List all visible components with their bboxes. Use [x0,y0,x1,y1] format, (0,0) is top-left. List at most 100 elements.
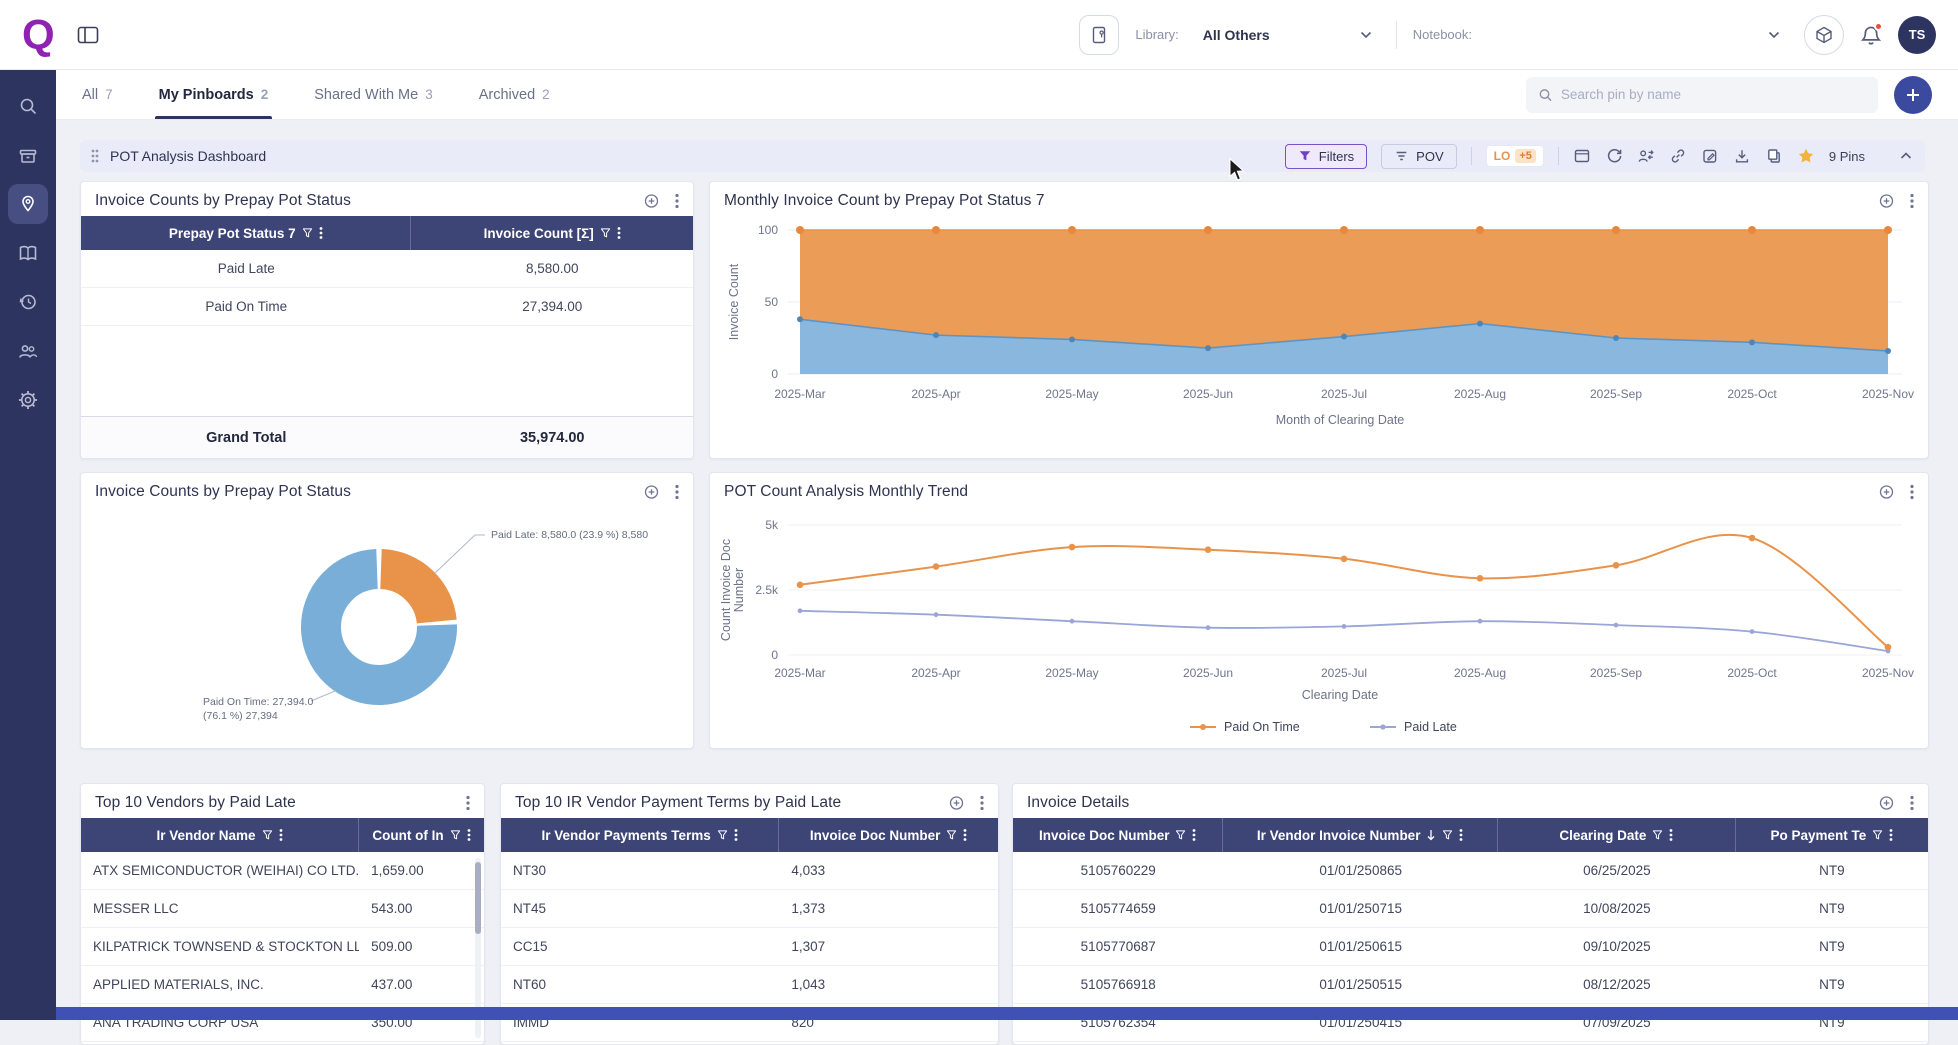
table-row[interactable]: 510576691801/01/25051508/12/2025NT9 [1013,966,1928,1004]
card-menu-icon[interactable] [675,193,679,209]
sidebar-pinboards-icon[interactable] [8,184,48,224]
sidebar-search-icon[interactable] [8,86,48,126]
column-menu-icon[interactable] [734,828,738,842]
card-menu-icon[interactable] [1910,484,1914,500]
column-menu-icon[interactable] [467,828,471,842]
table-row[interactable]: APPLIED MATERIALS, INC.437.00 [81,966,484,1004]
filter-funnel-icon[interactable] [946,829,957,841]
sidebar-workspace-icon[interactable] [8,135,48,175]
sidebar-library-icon[interactable] [8,233,48,273]
table-row[interactable]: MESSER LLC543.00 [81,890,484,928]
board-icon[interactable] [1573,147,1591,165]
notebook-select[interactable] [1488,25,1788,45]
column-label: Ir Vendor Invoice Number [1257,828,1421,843]
column-header[interactable]: Invoice Doc Number [779,818,998,852]
table-cell: NT9 [1736,966,1928,1004]
star-icon[interactable] [1797,147,1815,165]
svg-text:2025-Aug: 2025-Aug [1454,387,1506,401]
library-select[interactable]: All Others [1195,21,1380,49]
table-row[interactable]: NT451,373 [501,890,998,928]
table-row[interactable]: NT304,033 [501,852,998,890]
apps-cube-icon[interactable] [1804,15,1844,55]
column-header[interactable]: Prepay Pot Status 7 [81,216,411,250]
sidebar-users-icon[interactable] [8,331,48,371]
table-row[interactable]: KILPATRICK TOWNSEND & STOCKTON LLP509.00 [81,928,484,966]
explore-plus-icon[interactable] [1878,193,1896,210]
tab-my-pinboards[interactable]: My Pinboards2 [159,70,269,119]
filter-funnel-icon[interactable] [302,227,313,239]
pov-button[interactable]: POV [1381,144,1456,169]
column-header[interactable]: Po Payment Te [1736,818,1928,852]
table-row[interactable]: NT601,043 [501,966,998,1004]
filter-funnel-icon[interactable] [1442,829,1453,841]
sidebar-settings-icon[interactable] [8,380,48,420]
column-header[interactable]: Ir Vendor Name [81,818,359,852]
app-logo[interactable]: Q [22,14,53,56]
tab-shared-with-me[interactable]: Shared With Me3 [314,70,432,119]
column-header[interactable]: Invoice Doc Number [1013,818,1223,852]
filters-button[interactable]: Filters [1285,144,1367,169]
card-menu-icon[interactable] [1910,193,1914,209]
filter-funnel-icon[interactable] [262,829,273,841]
filter-funnel-icon[interactable] [1872,829,1883,841]
column-header[interactable]: Count of In [359,818,484,852]
tab-all[interactable]: All7 [82,70,113,119]
explore-plus-icon[interactable] [643,193,661,210]
column-header[interactable]: Ir Vendor Invoice Number [1223,818,1498,852]
table-row[interactable]: Paid Late8,580.00 [81,250,693,288]
user-avatar[interactable]: TS [1898,16,1936,54]
column-menu-icon[interactable] [1669,828,1673,842]
table-row[interactable]: 510577068701/01/25061509/10/2025NT9 [1013,928,1928,966]
card-menu-icon[interactable] [675,484,679,500]
prepay-status-table: Prepay Pot Status 7Invoice Count [Σ]Paid… [81,216,693,326]
sidebar-history-icon[interactable] [8,282,48,322]
table-cell: MESSER LLC [81,890,359,928]
filter-funnel-icon[interactable] [600,227,611,239]
table-row[interactable]: 510577465901/01/25071510/08/2025NT9 [1013,890,1928,928]
table-row[interactable]: CC151,307 [501,928,998,966]
add-pinboard-button[interactable] [1894,76,1932,114]
card-menu-icon[interactable] [980,795,984,811]
scrollbar-thumb[interactable] [475,862,481,934]
explore-plus-icon[interactable] [643,484,661,501]
svg-text:2025-Sep: 2025-Sep [1590,387,1642,401]
share-users-icon[interactable] [1637,147,1655,165]
download-icon[interactable] [1733,147,1751,165]
bottom-scroll-strip[interactable] [56,1007,1958,1020]
lo-filter-chip[interactable]: LO +5 [1486,145,1544,167]
filter-funnel-icon[interactable] [1652,829,1663,841]
explore-plus-icon[interactable] [1878,484,1896,501]
filter-funnel-icon[interactable] [450,829,461,841]
column-menu-icon[interactable] [319,226,323,240]
table-row[interactable]: ATX SEMICONDUCTOR (WEIHAI) CO LTD.1,659.… [81,852,484,890]
column-menu-icon[interactable] [279,828,283,842]
filter-funnel-icon[interactable] [717,829,728,841]
panel-toggle-icon[interactable] [77,25,99,45]
notifications-bell-icon[interactable] [1860,24,1882,46]
column-header[interactable]: Invoice Count [Σ] [411,216,693,250]
svg-text:Paid On Time: 27,394.0: Paid On Time: 27,394.0 [203,696,313,708]
column-header[interactable]: Ir Vendor Payments Terms [501,818,779,852]
column-menu-icon[interactable] [963,828,967,842]
card-menu-icon[interactable] [466,795,470,811]
card-menu-icon[interactable] [1910,795,1914,811]
link-icon[interactable] [1669,147,1687,165]
notebook-pin-icon[interactable] [1079,15,1119,55]
column-menu-icon[interactable] [1192,828,1196,842]
column-menu-icon[interactable] [1889,828,1893,842]
explore-plus-icon[interactable] [948,795,966,812]
collapse-chevron-icon[interactable] [1897,147,1915,165]
edit-icon[interactable] [1701,147,1719,165]
column-menu-icon[interactable] [617,226,621,240]
column-menu-icon[interactable] [1459,828,1463,842]
drag-handle-icon[interactable] [90,148,100,164]
search-input[interactable] [1561,87,1866,102]
explore-plus-icon[interactable] [1878,795,1896,812]
tab-archived[interactable]: Archived2 [479,70,550,119]
table-row[interactable]: Paid On Time27,394.00 [81,288,693,326]
refresh-icon[interactable] [1605,147,1623,165]
copy-icon[interactable] [1765,147,1783,165]
filter-funnel-icon[interactable] [1175,829,1186,841]
column-header[interactable]: Clearing Date [1498,818,1736,852]
table-row[interactable]: 510576022901/01/25086506/25/2025NT9 [1013,852,1928,890]
